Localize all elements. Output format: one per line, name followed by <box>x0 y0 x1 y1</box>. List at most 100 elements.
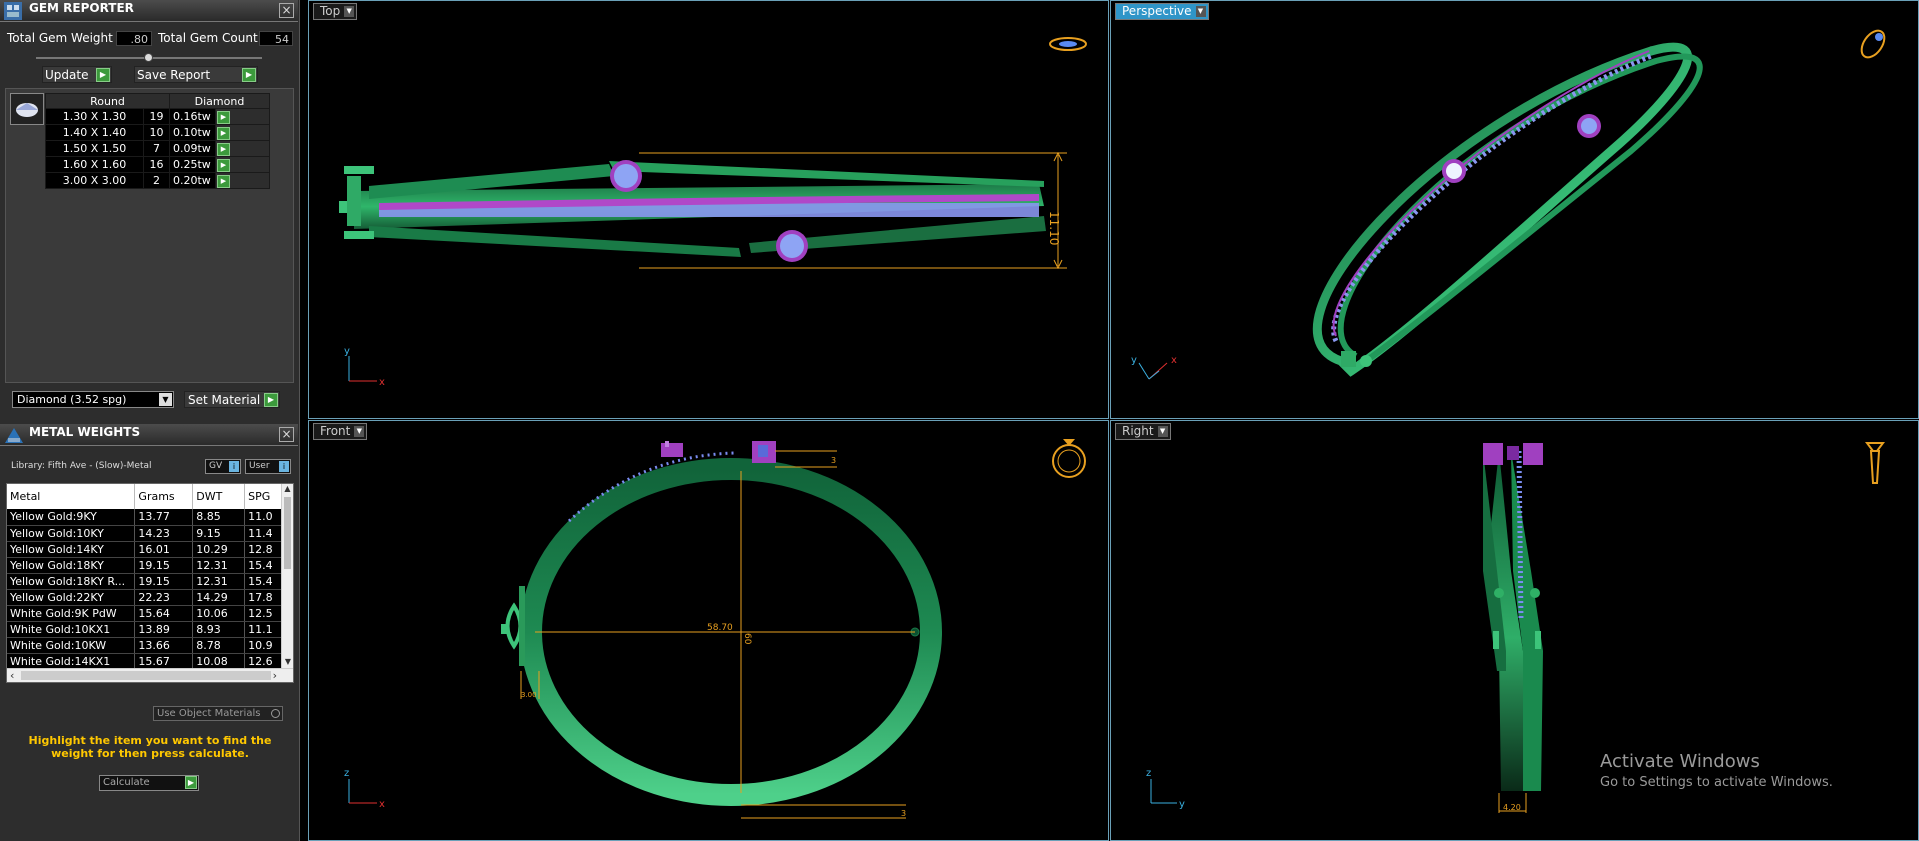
metal-row[interactable]: Yellow Gold:10KY 14.23 9.15 11.4 <box>7 525 287 542</box>
metal-row[interactable]: Yellow Gold:9KY 13.77 8.85 11.0 <box>7 509 287 526</box>
gem-row-go-icon[interactable]: ▶ <box>215 108 270 125</box>
metal-cell-dwt: 12.31 <box>192 557 246 574</box>
gem-row[interactable]: 1.50 X 1.50 7 0.09tw ▶ <box>45 140 270 157</box>
band-lower-arm <box>369 226 741 257</box>
calculate-go-icon: ▶ <box>185 776 197 789</box>
metal-vertical-scrollbar[interactable]: ▲ ▼ <box>281 484 293 669</box>
front-diameter-label: 58.70 <box>707 623 733 633</box>
viewport-top-dropdown-icon[interactable]: ▼ <box>344 6 355 17</box>
perspective-stone-1 <box>1442 159 1466 183</box>
metal-cell-metal: Yellow Gold:18KY <box>7 557 136 574</box>
axis-indicator-perspective: yx <box>1131 355 1177 380</box>
metal-cell-grams: 19.15 <box>134 573 194 590</box>
metal-row[interactable]: White Gold:9K PdW 15.64 10.06 12.5 <box>7 605 287 622</box>
gem-row-go-icon[interactable]: ▶ <box>215 140 270 157</box>
scroll-thumb[interactable] <box>284 497 291 569</box>
metal-cell-dwt: 9.15 <box>192 525 246 542</box>
calculate-button[interactable]: Calculate ▶ <box>99 775 199 791</box>
viewport-perspective-dropdown-icon[interactable]: ▼ <box>1195 6 1206 17</box>
viewport-right-label-text: Right <box>1122 424 1154 438</box>
gem-row-go-icon[interactable]: ▶ <box>215 124 270 141</box>
ring-side-icon <box>1865 442 1885 484</box>
total-gem-count-value: 54 <box>259 31 293 46</box>
gem-row[interactable]: 1.30 X 1.30 19 0.16tw ▶ <box>45 108 270 125</box>
front-view-model[interactable]: 58.70 60 3 3.00 3 zx <box>309 421 1110 841</box>
metal-row[interactable]: White Gold:10KX1 13.89 8.93 11.1 <box>7 621 287 638</box>
set-material-button-label: Set Material <box>188 393 261 407</box>
metal-cell-dwt: 8.78 <box>192 637 246 654</box>
metal-weights-icon <box>3 425 23 445</box>
viewport-perspective[interactable]: yx Perspective ▼ <box>1110 0 1919 419</box>
scroll-left-icon[interactable]: ‹ <box>10 669 14 682</box>
metal-cell-metal: White Gold:10KW <box>7 637 136 654</box>
metal-row[interactable]: Yellow Gold:18KY 19.15 12.31 15.4 <box>7 557 287 574</box>
metal-row[interactable]: Yellow Gold:14KY 16.01 10.29 12.8 <box>7 541 287 558</box>
metal-cell-grams: 16.01 <box>134 541 194 558</box>
hscroll-thumb[interactable] <box>21 671 271 680</box>
metal-cell-grams: 19.15 <box>134 557 194 574</box>
metal-cell-dwt: 8.85 <box>192 509 246 526</box>
viewport-top[interactable]: 11.10 yx Top ▼ <box>308 0 1109 419</box>
viewport-front-label-text: Front <box>320 424 351 438</box>
metal-header-grams[interactable]: Grams <box>134 484 194 509</box>
metal-row[interactable]: Yellow Gold:22KY 22.23 14.29 17.8 <box>7 589 287 606</box>
metal-cell-dwt: 10.29 <box>192 541 246 558</box>
checkbox-icon <box>271 709 280 718</box>
metal-cell-metal: Yellow Gold:10KY <box>7 525 136 542</box>
gem-row[interactable]: 1.40 X 1.40 10 0.10tw ▶ <box>45 124 270 141</box>
metal-weights-close-icon[interactable]: × <box>279 427 294 442</box>
material-select-value: Diamond (3.52 spg) <box>17 393 127 406</box>
metal-cell-metal: White Gold:10KX1 <box>7 621 136 638</box>
metal-header-metal[interactable]: Metal <box>7 484 136 509</box>
front-end-cap <box>501 586 525 666</box>
scroll-up-icon[interactable]: ▲ <box>282 484 293 496</box>
metal-row[interactable]: White Gold:14KX1 15.67 10.08 12.6 <box>7 653 287 670</box>
material-select[interactable]: Diamond (3.52 spg) ▼ <box>12 391 174 408</box>
metal-row[interactable]: White Gold:10KW 13.66 8.78 10.9 <box>7 637 287 654</box>
front-prong-left <box>661 441 683 457</box>
axis-indicator-top: yx <box>344 346 385 388</box>
user-toggle[interactable]: User i <box>245 459 291 474</box>
metal-header-dwt[interactable]: DWT <box>192 484 246 509</box>
total-gem-count-label: Total Gem Count <box>158 31 258 45</box>
top-view-model[interactable]: 11.10 yx <box>309 1 1110 420</box>
viewport-front-dropdown-icon[interactable]: ▼ <box>354 426 365 437</box>
total-gem-weight-value: .80 <box>116 31 152 46</box>
use-object-materials-checkbox[interactable]: Use Object Materials <box>153 706 283 721</box>
gem-row[interactable]: 1.60 X 1.60 16 0.25tw ▶ <box>45 156 270 173</box>
viewport-front-label[interactable]: Front ▼ <box>313 423 368 440</box>
update-go-icon: ▶ <box>96 68 110 82</box>
update-button[interactable]: Update ▶ <box>42 66 112 83</box>
metal-list[interactable]: Metal Grams DWT SPG Yellow Gold:9KY 13.77… <box>6 483 294 683</box>
viewport-front[interactable]: 58.70 60 3 3.00 3 zx Front ▼ <box>308 420 1109 841</box>
gem-table: Round Diamond 1.30 X 1.30 19 0.16tw ▶ 1.40 X… <box>45 93 270 189</box>
set-material-button[interactable]: Set Material ▶ <box>184 391 280 408</box>
gem-slider[interactable] <box>36 53 262 62</box>
gem-row-go-icon[interactable]: ▶ <box>215 172 270 189</box>
viewport-right-dropdown-icon[interactable]: ▼ <box>1157 426 1168 437</box>
metal-cell-metal: Yellow Gold:9KY <box>7 509 136 526</box>
metal-weights-titlebar: METAL WEIGHTS × <box>0 424 298 446</box>
viewport-top-label[interactable]: Top ▼ <box>313 3 358 20</box>
gem-slider-thumb[interactable] <box>144 53 153 62</box>
scroll-right-icon[interactable]: › <box>273 669 277 682</box>
save-report-button[interactable]: Save Report ▶ <box>134 66 258 83</box>
chevron-down-icon[interactable]: ▼ <box>159 393 172 406</box>
gem-count: 2 <box>143 172 170 189</box>
gv-toggle[interactable]: GV i <box>205 459 241 474</box>
viewport-perspective-label[interactable]: Perspective ▼ <box>1115 3 1209 20</box>
viewport-right-label[interactable]: Right ▼ <box>1115 423 1171 440</box>
metal-cell-grams: 15.67 <box>134 653 194 670</box>
gem-weight: 0.16tw <box>169 108 216 125</box>
metal-cell-grams: 15.64 <box>134 605 194 622</box>
metal-cell-grams: 13.89 <box>134 621 194 638</box>
activate-windows-subtitle: Go to Settings to activate Windows. <box>1600 775 1833 790</box>
gem-reporter-close-icon[interactable]: × <box>279 3 294 18</box>
metal-horizontal-scrollbar[interactable]: ‹ › <box>7 668 293 682</box>
gem-row-go-icon[interactable]: ▶ <box>215 156 270 173</box>
gem-row[interactable]: 3.00 X 3.00 2 0.20tw ▶ <box>45 172 270 189</box>
metal-row[interactable]: Yellow Gold:18KY R... 19.15 12.31 15.4 <box>7 573 287 590</box>
round-shape-icon[interactable] <box>10 93 44 125</box>
perspective-view-model[interactable]: yx <box>1111 1 1919 420</box>
metal-table: Metal Grams DWT SPG Yellow Gold:9KY 13.77… <box>7 484 287 682</box>
